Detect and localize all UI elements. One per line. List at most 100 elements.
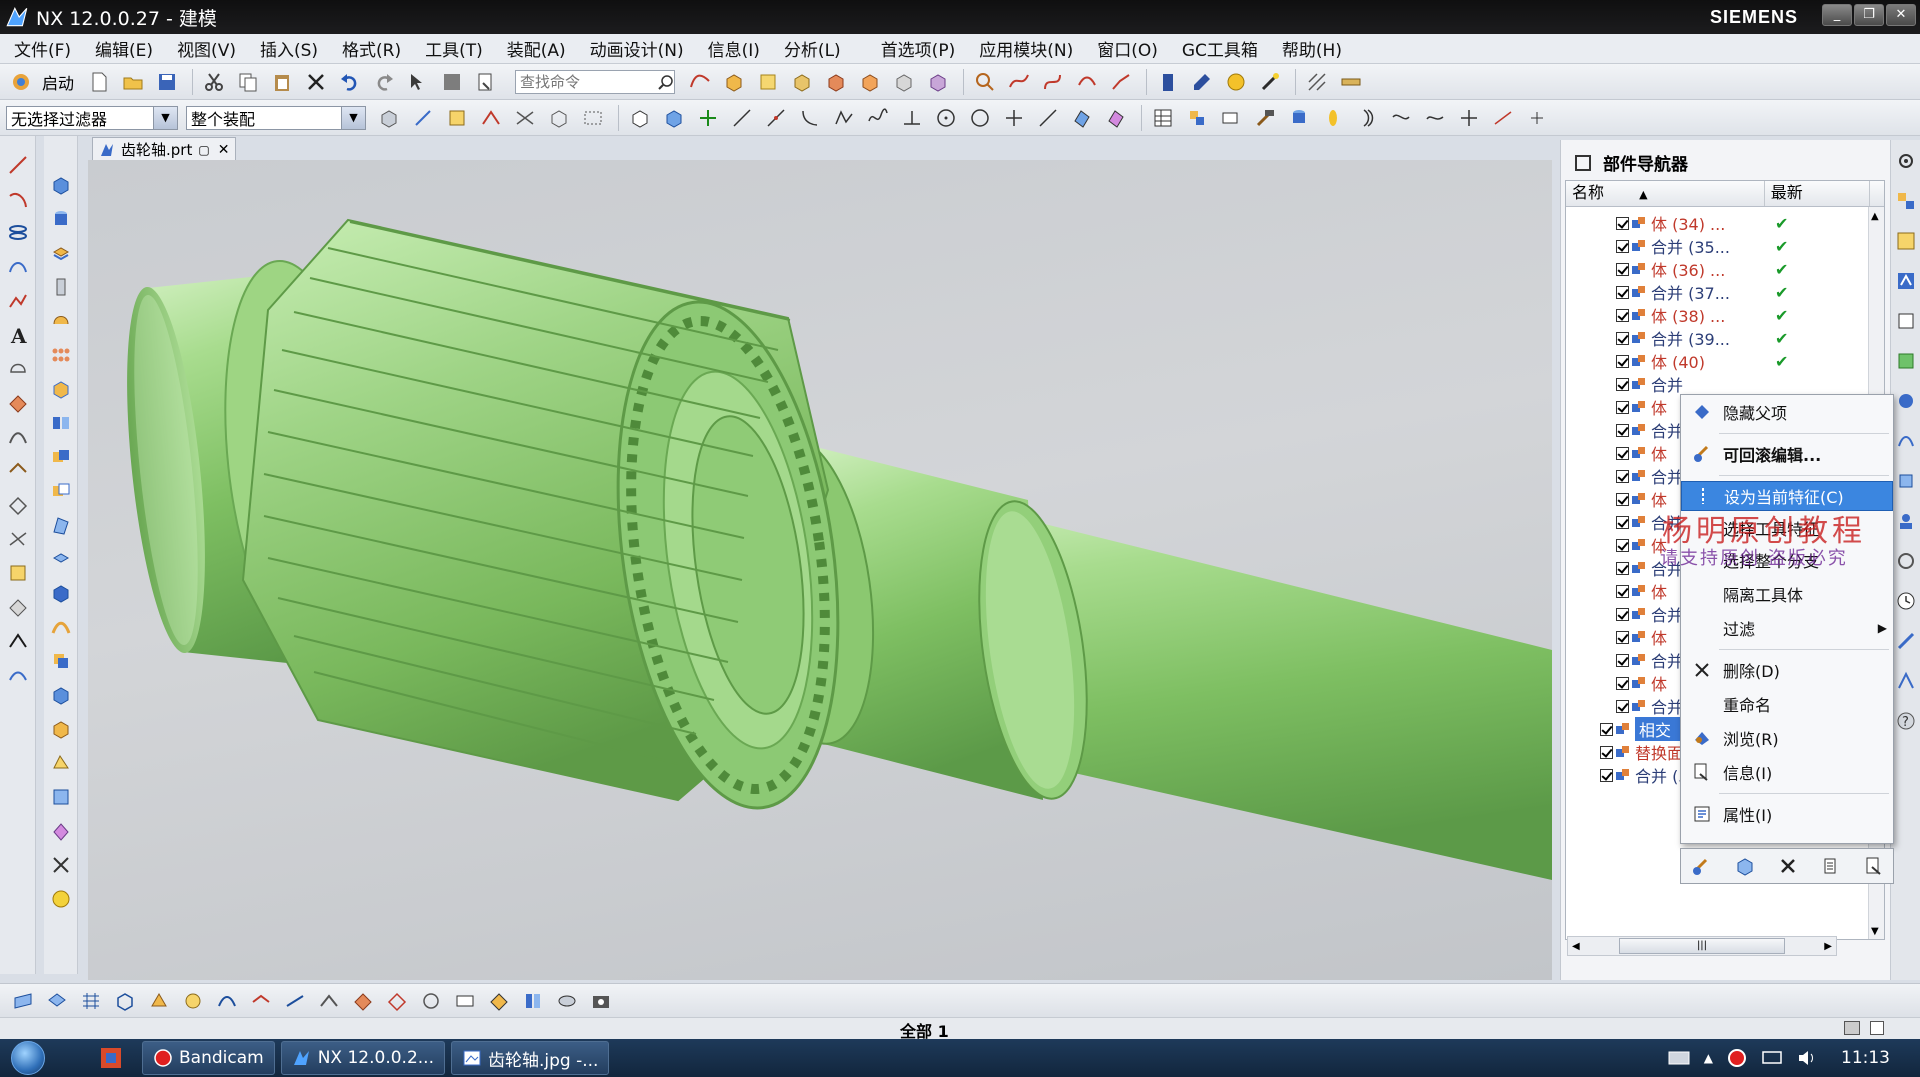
select-edges-icon[interactable] [510, 104, 540, 132]
shaded-view-icon[interactable] [625, 104, 655, 132]
join-curve-icon[interactable] [5, 526, 31, 552]
taskbar-image-viewer[interactable]: 齿轮轴.jpg -... [450, 1041, 610, 1075]
taskbar-bandicam[interactable]: Bandicam [142, 1041, 275, 1075]
selection-scope-select[interactable]: 整个装配 ▼ [186, 105, 366, 130]
feature-checkbox[interactable] [1616, 538, 1629, 552]
offset-face-icon[interactable] [48, 648, 74, 674]
command-finder-icon[interactable] [471, 68, 501, 96]
copy-icon[interactable] [233, 68, 263, 96]
snap-center-icon[interactable] [931, 104, 961, 132]
minimize-button[interactable]: _ [1822, 4, 1852, 26]
plus-icon[interactable] [1454, 104, 1484, 132]
view-section-icon[interactable] [314, 987, 344, 1015]
scroll-left-icon[interactable]: ◀ [1572, 941, 1580, 952]
view-grid-icon[interactable] [76, 987, 106, 1015]
recording-indicator-icon[interactable] [1727, 1048, 1747, 1068]
feature-checkbox[interactable] [1616, 239, 1629, 253]
scrollbar-thumb[interactable]: ||| [1619, 938, 1785, 954]
scroll-down-icon[interactable]: ▼ [1871, 926, 1879, 937]
feature-checkbox[interactable] [1616, 216, 1629, 230]
snap-control-icon[interactable] [829, 104, 859, 132]
snap-face-icon[interactable] [1067, 104, 1097, 132]
feature-checkbox[interactable] [1616, 630, 1629, 644]
feature-checkbox[interactable] [1616, 676, 1629, 690]
feature-checkbox[interactable] [1616, 607, 1629, 621]
composite-curve-icon[interactable] [5, 594, 31, 620]
layer-icon[interactable] [1153, 68, 1183, 96]
tab-pin-icon[interactable]: ▢ [198, 143, 209, 157]
hole-icon[interactable] [855, 68, 885, 96]
menu-preferences[interactable]: 首选项(P) [881, 36, 956, 61]
view-hidden-icon[interactable] [416, 987, 446, 1015]
hammer-icon[interactable] [1250, 104, 1280, 132]
view-back-icon[interactable] [246, 987, 276, 1015]
rectangle-select-icon[interactable] [578, 104, 608, 132]
snap-point-icon[interactable] [408, 104, 438, 132]
menu-info[interactable]: 信息(I) [708, 36, 760, 61]
block-icon[interactable] [719, 68, 749, 96]
clock-icon[interactable] [1893, 588, 1919, 614]
sketch-icon[interactable] [753, 68, 783, 96]
keyboard-icon[interactable] [1668, 1051, 1690, 1065]
menu-animation[interactable]: 动画设计(N) [590, 36, 684, 61]
feature-checkbox[interactable] [1616, 262, 1629, 276]
shell-icon[interactable] [48, 546, 74, 572]
measure-icon[interactable] [923, 68, 953, 96]
roles-icon[interactable] [1893, 508, 1919, 534]
snap-midpoint-icon[interactable] [761, 104, 791, 132]
scroll-right-icon[interactable]: ▶ [1824, 941, 1832, 952]
helix-icon[interactable] [5, 220, 31, 246]
draft-icon[interactable] [48, 512, 74, 538]
block-feature-icon[interactable] [48, 172, 74, 198]
gear-shaft-model[interactable] [88, 160, 1552, 980]
edge-blend-icon[interactable] [48, 716, 74, 742]
grid-icon[interactable] [1302, 68, 1332, 96]
tab-document[interactable]: 齿轮轴.prt ▢ ✕ [92, 137, 237, 161]
snap-line-icon[interactable] [727, 104, 757, 132]
search-icon[interactable] [658, 74, 674, 90]
view-iso-icon[interactable] [110, 987, 140, 1015]
feature-checkbox[interactable] [1616, 699, 1629, 713]
command-search-input[interactable]: 查找命令 [515, 69, 676, 94]
column-header-latest[interactable]: 最新 [1765, 181, 1871, 206]
wizard-icon[interactable] [1255, 68, 1285, 96]
replace-face-icon[interactable] [48, 818, 74, 844]
reuse-library-icon[interactable] [1893, 308, 1919, 334]
boolean-icon[interactable] [821, 68, 851, 96]
cut-icon[interactable] [199, 68, 229, 96]
polyline-icon[interactable] [5, 288, 31, 314]
reset-filter-icon[interactable] [374, 104, 404, 132]
bracket-icon[interactable] [1352, 104, 1382, 132]
torch-icon[interactable] [1318, 104, 1348, 132]
section-curve-icon[interactable] [5, 458, 31, 484]
feature-checkbox[interactable] [1616, 285, 1629, 299]
offset-curve-icon[interactable] [1072, 68, 1102, 96]
project-curve-icon[interactable] [5, 390, 31, 416]
analysis-icon[interactable] [970, 68, 1000, 96]
menu-insert[interactable]: 插入(S) [260, 36, 318, 61]
taskbar-nx[interactable]: NX 12.0.0.2... [280, 1041, 445, 1075]
save-icon[interactable] [152, 68, 182, 96]
feature-checkbox[interactable] [1616, 584, 1629, 598]
web-browser-icon[interactable] [1893, 388, 1919, 414]
view-edges-icon[interactable] [484, 987, 514, 1015]
delete-icon[interactable] [301, 68, 331, 96]
status-window-icon[interactable] [1870, 1021, 1884, 1035]
menu-format[interactable]: 格式(R) [342, 36, 401, 61]
menu-item-delete[interactable]: 删除(D) [1681, 655, 1893, 685]
horizontal-scrollbar[interactable]: ◀ ||| ▶ [1567, 936, 1837, 956]
sphere-icon[interactable] [48, 886, 74, 912]
intersection-curve-icon[interactable] [5, 424, 31, 450]
close-button[interactable]: ✕ [1886, 4, 1916, 26]
snap-perpendicular-icon[interactable] [897, 104, 927, 132]
select-faces-icon[interactable] [476, 104, 506, 132]
assembly-icon[interactable] [1182, 104, 1212, 132]
suppress-icon[interactable] [1817, 852, 1846, 880]
menu-assembly[interactable]: 装配(A) [507, 36, 566, 61]
view-left-icon[interactable] [212, 987, 242, 1015]
process-studio-icon[interactable] [1893, 468, 1919, 494]
close-icon[interactable]: ✕ [218, 142, 230, 158]
network-icon[interactable] [1761, 1049, 1783, 1067]
curve-on-surface-icon[interactable] [5, 662, 31, 688]
start-icon[interactable] [6, 68, 36, 96]
